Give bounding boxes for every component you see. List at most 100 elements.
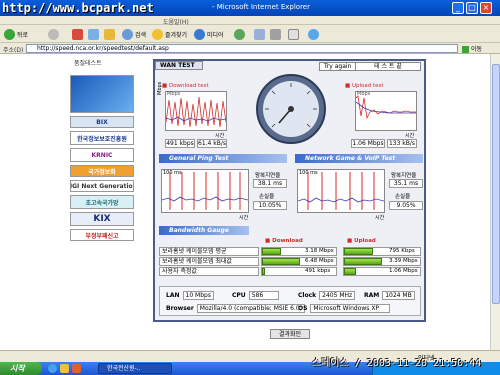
scrollbar-thumb[interactable] [492,64,500,304]
forward-arrow-icon [48,28,59,40]
bw-download-bar [262,248,281,255]
bw-download-value: 6.48 Mbps [305,258,334,264]
address-input[interactable]: http://speed.nca.or.kr/speedtest/default… [26,44,458,53]
go-button[interactable]: 이동 [462,44,482,53]
ping-ms-label: 100 ms [163,170,182,176]
ping-xlabel: 시간 [239,215,249,221]
sidebar-banner-main[interactable] [70,75,134,113]
menu-bar: 도움말(H) [0,16,500,26]
forward-button[interactable] [48,27,61,41]
speed-gauge [255,73,327,145]
favorites-button[interactable]: 즐겨찾기 [152,27,187,41]
bw-upload-value: 795 Kbps [389,248,415,254]
ping-test-header: General Ping Test [159,154,287,163]
ping-graph-svg [161,172,249,210]
sidebar-item-bix[interactable]: BIX [70,116,134,128]
stop-button[interactable] [72,27,85,41]
print-button[interactable] [270,27,283,41]
mail-button[interactable] [254,27,267,41]
folder-quicklaunch-icon[interactable] [60,364,69,373]
upload-kBs: 133 kB/s [387,139,417,148]
result-confirm-button[interactable]: 결과화인 [270,329,310,339]
sidebar-item-national[interactable]: 국가정보화 [70,165,134,177]
title-bar: http://www.bcpark.net - Microsoft Intern… [0,0,500,16]
sidebar-item-report[interactable]: 부정부패신고 [70,229,134,241]
bw-download-header: ■ Download [265,238,303,244]
minimize-button[interactable]: _ [452,2,464,14]
ie-quicklaunch-icon[interactable] [48,364,57,373]
download-ylabel: Mbps [157,81,163,95]
star-icon [152,28,163,40]
maximize-button[interactable]: □ [466,2,478,14]
sidebar-item-kix[interactable]: KIX [70,212,134,226]
media-quicklaunch-icon[interactable] [72,364,81,373]
go-arrow-icon [462,46,469,53]
edit-icon [288,28,299,40]
voip-rtt-value: 35.1 ms [389,179,423,188]
start-button[interactable]: 시작 [0,362,42,375]
download-unit: Mbps [167,91,181,97]
tab-wan-test[interactable]: WAN TEST [155,61,203,70]
download-xlabel: 시간 [215,133,225,139]
vertical-scrollbar[interactable] [490,54,500,362]
ping-rtt-label: 왕복지연율 [255,173,281,179]
close-button[interactable]: × [480,2,492,14]
clock-watermark: 스페이스 / 2003-11-20 21:50:44 [312,358,482,369]
cpu-info: CPU 586 [232,291,279,300]
edit-button[interactable] [288,27,301,41]
address-label: 주소(D) [3,47,24,54]
stop-icon [72,28,83,40]
refresh-button[interactable] [88,27,101,41]
voip-rtt-label: 왕복지연율 [391,173,417,179]
download-title: ■ Download test [162,83,209,89]
download-graph-svg [165,96,227,128]
bw-download-value: 491 kbps [305,268,331,274]
messenger-button[interactable] [308,27,321,41]
browser-info: Browser Mozilla/4.0 (compatible; MSIE 6.0… [166,304,305,313]
ping-loss-label: 손실율 [259,194,275,200]
upload-unit: Mbps [357,91,371,97]
voip-ms-label: 100 ms [299,170,318,176]
back-button[interactable]: 뒤로 [4,27,28,41]
history-button[interactable] [234,27,247,41]
ram-info: RAM 1024 MB [364,291,415,300]
home-icon [104,28,115,40]
voip-xlabel: 시간 [375,215,385,221]
media-button[interactable]: 미디어 [194,27,224,41]
upload-graph [355,91,417,131]
upload-mbps: 1.06 Mbps [351,139,385,148]
voip-test-header: Network Game & VoIP Test [295,154,423,163]
clock-info: Clock 2405 MHz [298,291,356,300]
bw-upload-bar [344,268,356,275]
try-again-button[interactable]: Try again [319,62,357,71]
bw-download-bar [262,258,300,265]
sidebar-item-ngi[interactable]: NGI Next Generation [70,180,134,192]
download-graph [165,91,227,131]
address-bar: 주소(D) http://speed.nca.or.kr/speedtest/d… [0,43,500,54]
bw-row-label: 보라홈넷 케이블모뎀 평균 [159,247,259,256]
toolbar: 뒤로 검색 즐겨찾기 미디어 [0,25,500,43]
lan-info: LAN 10 Mbps [166,291,214,300]
test-done-label: 테 스 트 끝 [355,62,421,71]
home-button[interactable] [104,27,117,41]
print-icon [270,28,281,40]
sidebar-item-backbone[interactable]: 초고속국가망 [70,195,134,209]
refresh-icon [88,28,99,40]
bw-row-label: 사용자 측정값 [159,267,259,276]
bw-upload-bar [344,258,382,265]
taskbar-item-ie[interactable]: 한국전산원-.. [98,363,172,374]
history-icon [234,28,245,40]
voip-loss-label: 손실율 [395,194,411,200]
os-info: OS Microsoft Windows XP [298,304,391,313]
upload-xlabel: 시간 [405,133,415,139]
speed-gauge-svg [256,74,326,144]
download-kbps: 491 kbps [165,139,195,148]
bw-upload-header: ■ Upload [347,238,376,244]
upload-graph-svg [355,95,416,120]
sidebar-item-kisa[interactable]: 한국정보보호진흥원 [70,131,134,145]
sidebar-item-krnic[interactable]: KRNIC [70,148,134,162]
bw-upload-value: 3.39 Mbps [389,258,418,264]
back-arrow-icon [4,28,15,40]
watermark: http://www.bcpark.net [2,1,154,15]
search-button[interactable]: 검색 [122,27,146,41]
